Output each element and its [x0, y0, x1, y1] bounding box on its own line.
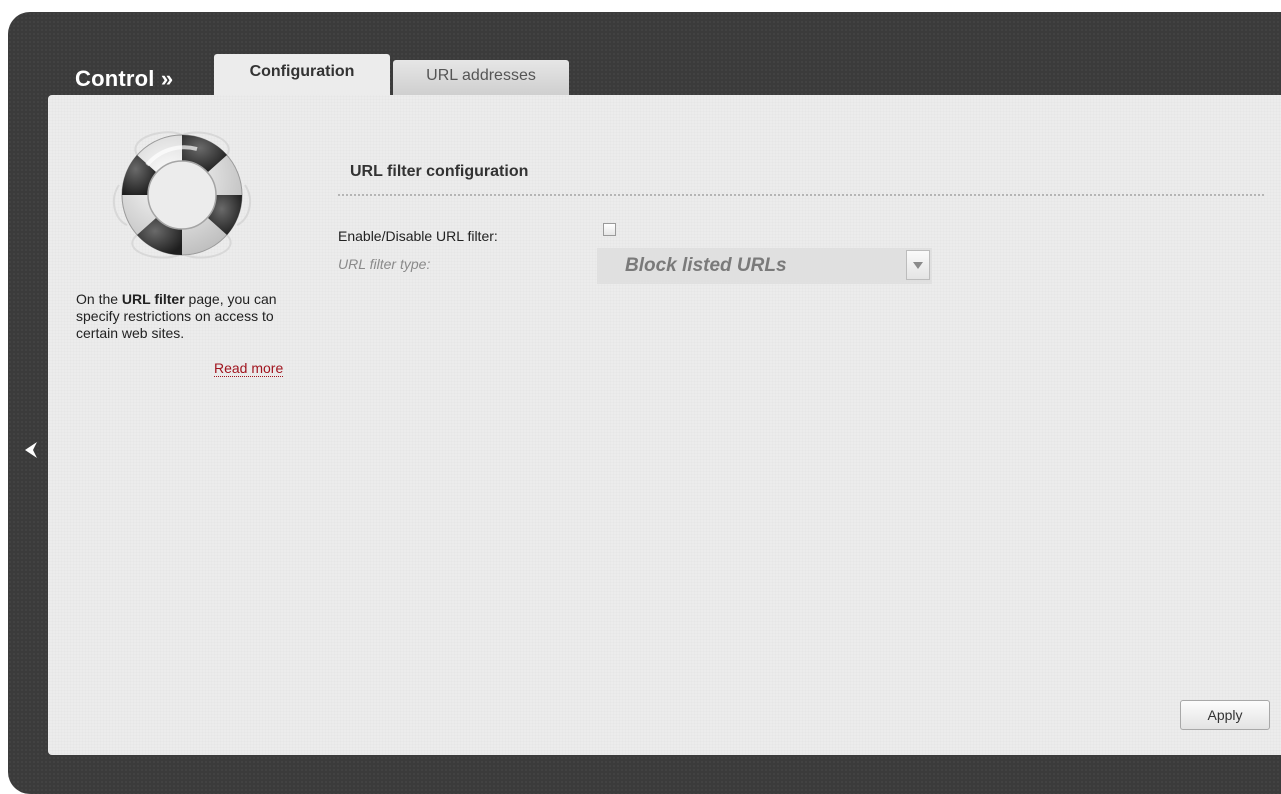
- chevron-down-icon[interactable]: [906, 250, 930, 280]
- help-description-bold: URL filter: [121, 291, 185, 307]
- tab-configuration[interactable]: Configuration: [214, 54, 390, 96]
- enable-url-filter-checkbox[interactable]: [603, 223, 616, 236]
- url-filter-type-label: URL filter type:: [338, 256, 431, 272]
- lifebuoy-icon: [107, 125, 257, 265]
- enable-url-filter-label: Enable/Disable URL filter:: [338, 228, 498, 244]
- read-more-link[interactable]: Read more: [214, 360, 284, 377]
- tab-url-addresses[interactable]: URL addresses: [393, 60, 569, 95]
- chevron-left-icon[interactable]: [20, 438, 44, 462]
- url-filter-type-select[interactable]: Block listed URLs: [597, 248, 932, 284]
- page-title: Control »: [75, 66, 174, 91]
- help-description: On the URL filter page, you can specify …: [76, 291, 277, 341]
- group-title: URL filter configuration: [350, 163, 529, 180]
- apply-button[interactable]: Apply: [1180, 700, 1270, 730]
- group-divider: [338, 194, 1264, 196]
- url-filter-type-value: Block listed URLs: [625, 255, 787, 276]
